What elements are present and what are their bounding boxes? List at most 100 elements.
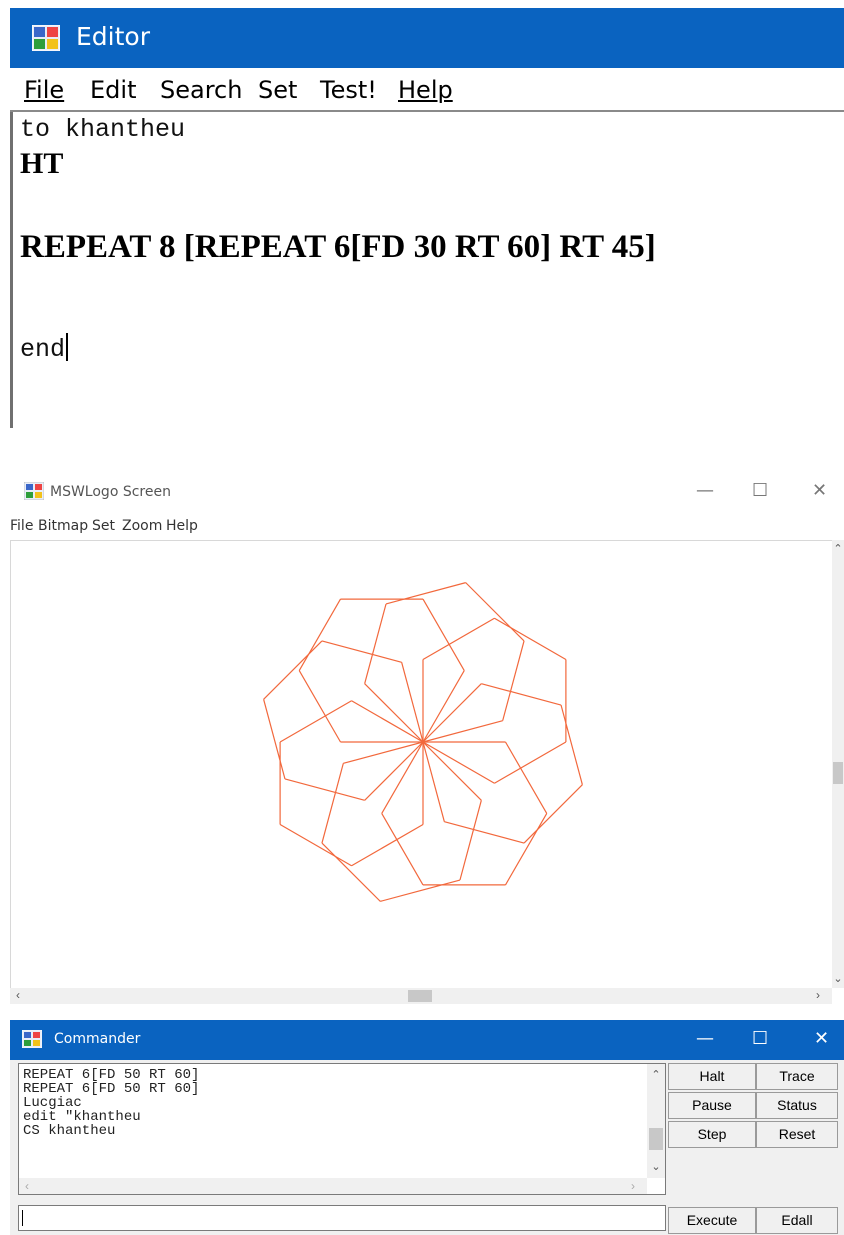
scroll-up-icon[interactable]: ⌃ <box>832 542 844 555</box>
history-horizontal-scrollbar[interactable]: ‹ › <box>19 1178 647 1194</box>
editor-text-area[interactable]: to khantheu HT REPEAT 8 [REPEAT 6[FD 30 … <box>16 115 844 428</box>
scroll-down-icon[interactable]: ⌄ <box>832 972 844 985</box>
scroll-left-icon[interactable]: ‹ <box>25 1179 29 1193</box>
history-vertical-scrollbar[interactable]: ⌃ ⌄ <box>647 1064 665 1178</box>
logo-app-icon <box>24 482 44 500</box>
history-line[interactable]: REPEAT 6[FD 50 RT 60] <box>23 1068 199 1082</box>
turtle-line-segment <box>381 813 424 886</box>
minimize-icon[interactable]: — <box>696 480 714 501</box>
menu-set[interactable]: Set <box>92 518 115 534</box>
scrollbar-thumb[interactable] <box>408 990 432 1002</box>
turtle-line-segment <box>321 640 402 663</box>
code-line-ht: HT <box>20 147 64 180</box>
edall-button[interactable]: Edall <box>756 1207 838 1234</box>
turtle-line-segment <box>444 821 525 844</box>
history-line[interactable]: REPEAT 6[FD 50 RT 60] <box>23 1082 199 1096</box>
vertical-scrollbar[interactable]: ⌃ ⌄ <box>832 540 844 988</box>
code-line-end: end <box>20 333 69 364</box>
turtle-line-segment <box>465 582 525 642</box>
maximize-icon[interactable]: ☐ <box>752 1028 768 1049</box>
turtle-line-segment <box>401 662 424 743</box>
menu-zoom[interactable]: Zoom <box>122 518 162 534</box>
turtle-line-segment <box>298 670 342 743</box>
screen-title-bar[interactable]: MSWLogo Screen — ☐ ✕ <box>10 470 844 514</box>
turtle-line-segment <box>263 640 323 700</box>
turtle-line-segment <box>321 763 344 844</box>
scroll-down-icon[interactable]: ⌄ <box>647 1160 665 1173</box>
text-caret <box>66 333 69 361</box>
close-icon[interactable]: ✕ <box>814 1028 829 1049</box>
command-input[interactable] <box>18 1205 666 1231</box>
turtle-line-segment <box>481 683 562 706</box>
turtle-line-segment <box>422 720 503 743</box>
halt-button[interactable]: Halt <box>668 1063 756 1090</box>
logo-app-icon <box>32 25 60 51</box>
scroll-right-icon[interactable]: › <box>631 1179 635 1193</box>
editor-left-border <box>10 112 13 428</box>
reset-button[interactable]: Reset <box>756 1121 838 1148</box>
turtle-line-segment <box>504 813 548 886</box>
scroll-right-icon[interactable]: › <box>816 988 820 1002</box>
step-button[interactable]: Step <box>668 1121 756 1148</box>
history-line[interactable]: CS khantheu <box>23 1124 115 1138</box>
close-icon[interactable]: ✕ <box>812 480 827 501</box>
execute-button[interactable]: Execute <box>668 1207 756 1234</box>
turtle-line-segment <box>380 879 461 902</box>
status-button[interactable]: Status <box>756 1092 838 1119</box>
turtle-line-segment <box>502 640 525 721</box>
turtle-line-segment <box>364 603 387 684</box>
logo-app-icon <box>22 1030 42 1048</box>
turtle-line-segment <box>422 741 445 822</box>
turtle-line-segment <box>279 823 352 867</box>
turtle-line-segment <box>560 704 583 785</box>
code-line-to: to khantheu <box>20 115 186 144</box>
history-line[interactable]: edit "khantheu <box>23 1110 141 1124</box>
menu-search[interactable]: Search <box>160 76 242 104</box>
editor-window: Editor File Edit Search Set Test! Help t… <box>0 0 844 428</box>
scroll-up-icon[interactable]: ⌃ <box>647 1068 665 1081</box>
menu-help[interactable]: Help <box>166 518 198 534</box>
turtle-line-segment <box>284 778 365 801</box>
turtle-drawing <box>263 582 583 902</box>
turtle-line-segment <box>523 784 583 844</box>
editor-menu-bar: File Edit Search Set Test! Help <box>10 68 844 112</box>
turtle-line-segment <box>385 582 466 605</box>
code-line-repeat: REPEAT 8 [REPEAT 6[FD 30 RT 60] RT 45] <box>20 229 656 265</box>
turtle-line-segment <box>351 823 424 867</box>
screen-menu-bar: File Bitmap Set Zoom Help <box>10 514 844 540</box>
turtle-line-segment <box>298 598 342 671</box>
minimize-icon[interactable]: — <box>696 1028 714 1049</box>
history-line[interactable]: Lucgiac <box>23 1096 82 1110</box>
commander-title: Commander <box>54 1031 141 1047</box>
menu-set[interactable]: Set <box>258 76 297 104</box>
maximize-icon[interactable]: ☐ <box>752 480 768 501</box>
turtle-line-segment <box>422 617 495 661</box>
turtle-line-segment <box>422 598 465 671</box>
turtle-canvas[interactable] <box>10 540 832 988</box>
menu-bitmap[interactable]: Bitmap <box>38 518 88 534</box>
screen-title: MSWLogo Screen <box>50 484 171 500</box>
pause-button[interactable]: Pause <box>668 1092 756 1119</box>
text-caret <box>22 1210 23 1226</box>
menu-help[interactable]: Help <box>398 76 453 104</box>
scrollbar-thumb[interactable] <box>649 1128 663 1150</box>
scrollbar-thumb[interactable] <box>833 762 843 784</box>
menu-edit[interactable]: Edit <box>90 76 136 104</box>
turtle-line-segment <box>494 617 567 661</box>
editor-title: Editor <box>76 22 150 51</box>
turtle-line-segment <box>321 842 381 902</box>
command-history[interactable]: REPEAT 6[FD 50 RT 60] REPEAT 6[FD 50 RT … <box>18 1063 666 1195</box>
menu-file[interactable]: File <box>10 518 33 534</box>
editor-title-bar[interactable]: Editor <box>10 8 844 68</box>
turtle-line-segment <box>494 741 567 784</box>
horizontal-scrollbar[interactable]: ‹ › <box>10 988 832 1004</box>
trace-button[interactable]: Trace <box>756 1063 838 1090</box>
commander-title-bar[interactable]: Commander — ☐ ✕ <box>10 1020 844 1060</box>
commander-window: Commander — ☐ ✕ REPEAT 6[FD 50 RT 60] RE… <box>10 1020 844 1235</box>
menu-test[interactable]: Test! <box>320 76 377 104</box>
turtle-line-segment <box>504 741 548 814</box>
turtle-line-segment <box>343 741 424 764</box>
scroll-left-icon[interactable]: ‹ <box>16 988 20 1002</box>
menu-file[interactable]: File <box>24 76 64 104</box>
turtle-line-segment <box>459 800 482 881</box>
